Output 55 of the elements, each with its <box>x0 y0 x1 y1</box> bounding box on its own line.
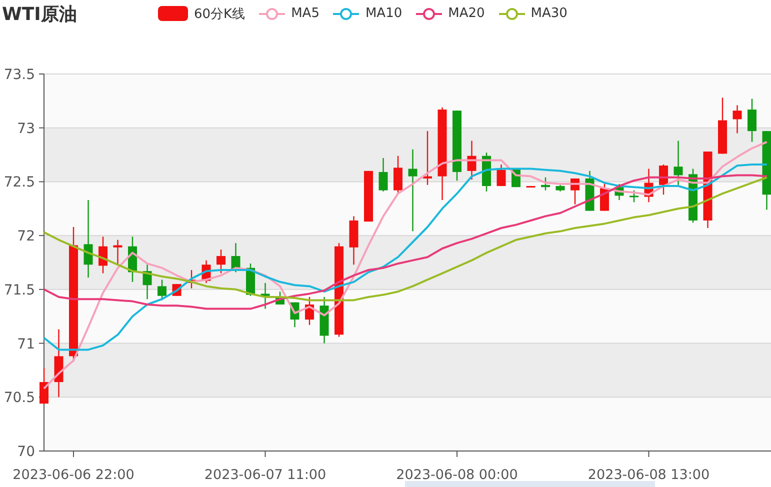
candlestick <box>98 236 108 274</box>
axis-label: 2023-06-08 13:00 <box>588 467 710 483</box>
candlestick <box>644 168 654 202</box>
candlestick <box>659 164 668 195</box>
candlestick <box>305 296 314 325</box>
axis-label: 73 <box>17 120 35 137</box>
candlestick <box>231 243 240 272</box>
legend-label[interactable]: MA10 <box>365 6 402 21</box>
axis-label: 72.5 <box>4 174 35 191</box>
candlestick <box>320 296 329 344</box>
candlestick <box>40 368 48 404</box>
axis-label: 70.5 <box>4 390 35 406</box>
axis-label: 2023-06-08 00:00 <box>396 467 518 483</box>
candlestick <box>187 270 196 288</box>
candlestick <box>630 190 638 202</box>
range-slider[interactable] <box>405 481 655 487</box>
axis-label: 2023-06-06 22:00 <box>12 467 134 483</box>
candlestick <box>394 156 402 192</box>
axis-label: 71.5 <box>4 282 35 298</box>
candlestick <box>113 240 122 265</box>
candlestick <box>423 131 432 185</box>
candlestick <box>216 250 226 274</box>
legend-label[interactable]: MA30 <box>530 6 568 21</box>
candlestick <box>202 260 211 283</box>
axis-label: 2023-06-07 11:00 <box>204 467 326 483</box>
candlestick <box>378 158 388 192</box>
chart-title: WTI原油 <box>2 2 78 26</box>
legend-label[interactable]: 60分K线 <box>194 4 246 22</box>
candlestick <box>748 98 756 142</box>
legend-label[interactable]: MA20 <box>448 6 485 21</box>
candlestick <box>467 140 476 180</box>
candlestick <box>674 140 683 185</box>
candlestick <box>260 282 270 309</box>
candlestick <box>158 280 166 300</box>
candlestick <box>496 164 506 186</box>
axis-label: 70 <box>17 444 35 460</box>
candlestick <box>614 184 624 200</box>
candlestick <box>364 170 373 222</box>
candlestick <box>541 177 550 190</box>
candlestick <box>732 105 742 134</box>
candlestick <box>349 216 358 265</box>
legend-label[interactable]: MA5 <box>291 6 320 21</box>
candlestick <box>718 98 727 154</box>
axis-label: 73.5 <box>4 67 35 83</box>
candlestick <box>570 178 580 204</box>
axis-label: 71 <box>17 336 35 352</box>
candlestick <box>54 329 64 398</box>
axis-label: 72 <box>17 228 35 245</box>
candlestick <box>128 236 137 282</box>
candlestick <box>290 302 300 328</box>
candlestick <box>142 264 152 300</box>
candlestick <box>526 186 536 188</box>
candlestick <box>452 110 462 181</box>
candlestick <box>556 184 565 192</box>
candlestick <box>276 292 284 304</box>
